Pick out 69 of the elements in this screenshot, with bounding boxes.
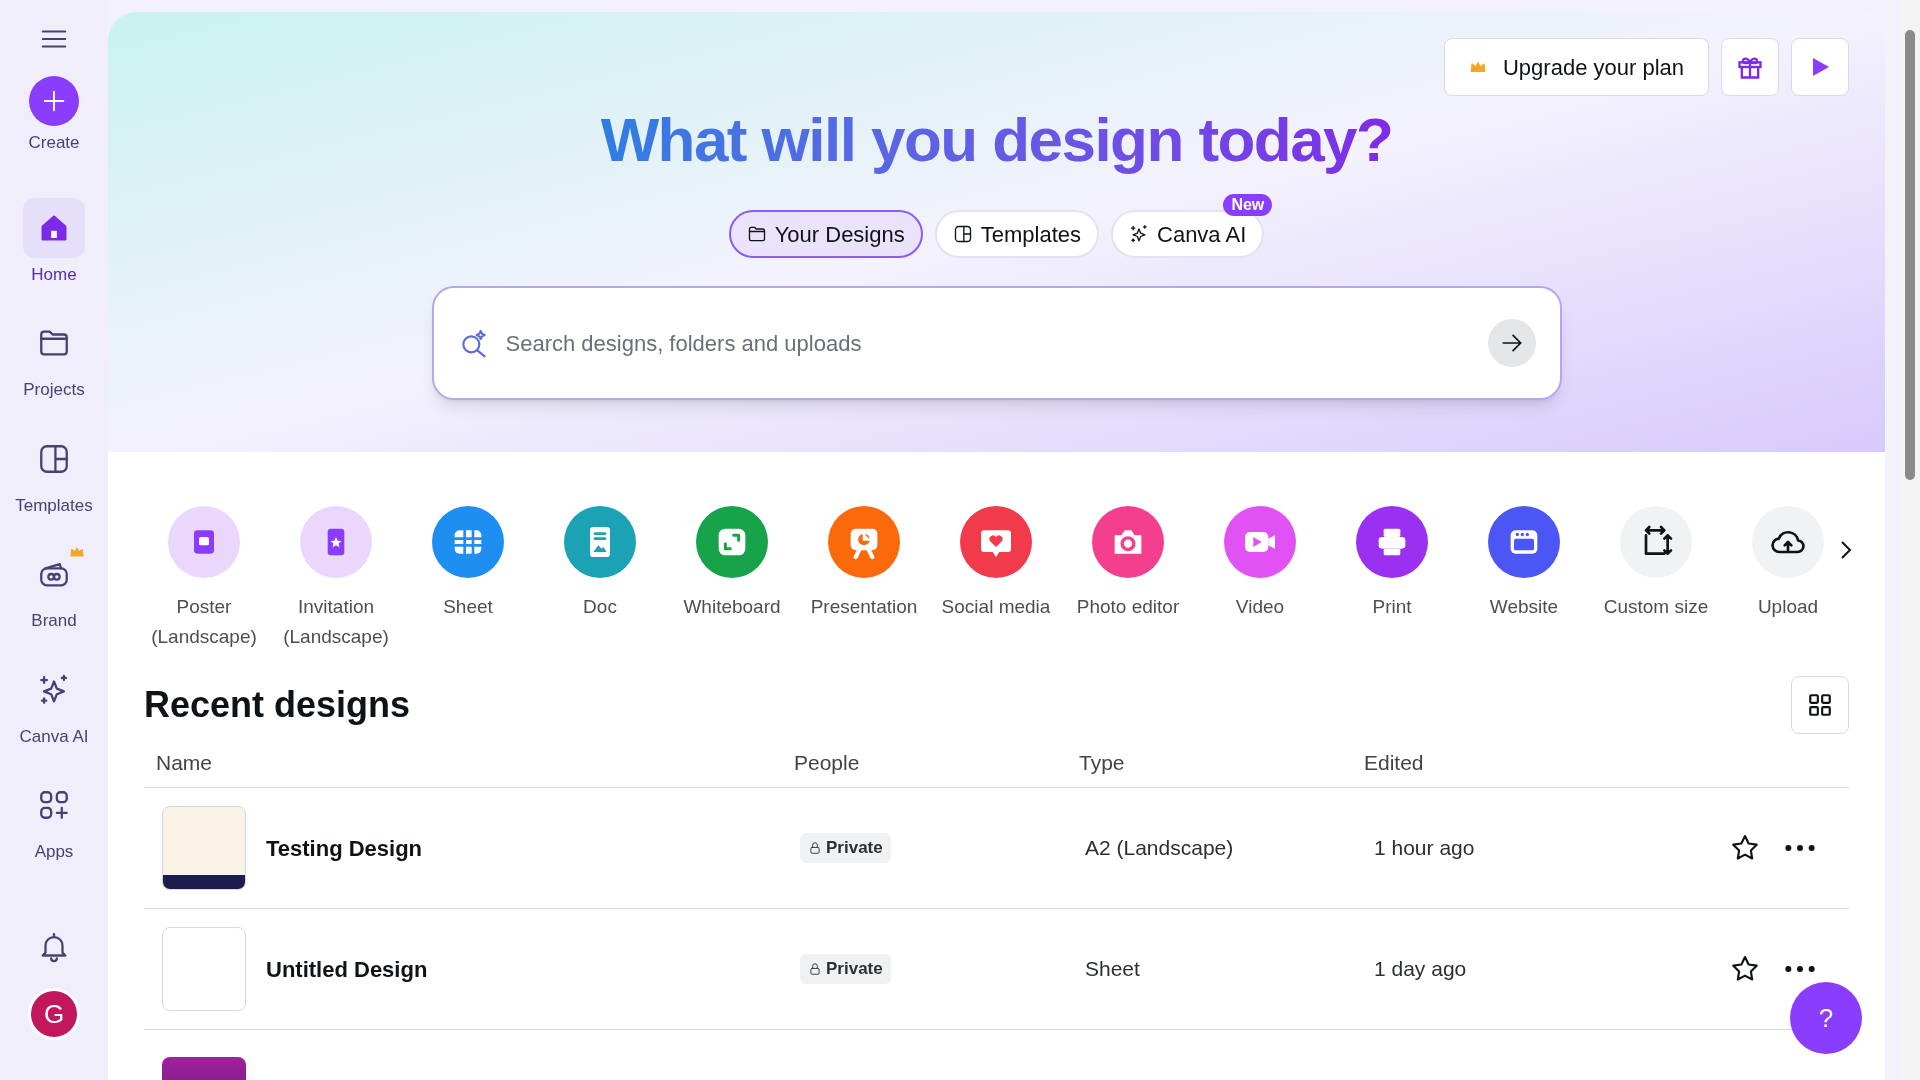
grid-view-button[interactable]: [1791, 676, 1849, 734]
design-type-label: Presentation: [810, 595, 918, 619]
design-type-item[interactable]: Photo editor: [1062, 506, 1194, 652]
sidebar-item[interactable]: Canva AI: [19, 659, 89, 749]
design-type-label: Social media: [941, 595, 1051, 619]
folder-icon: [746, 224, 767, 244]
design-type-item[interactable]: Sheet: [402, 506, 534, 652]
more-icon: [1785, 844, 1815, 852]
sidebar-item[interactable]: Templates: [15, 428, 93, 518]
design-type: A2 (Landscape): [1085, 836, 1234, 860]
design-name[interactable]: Untitled Design: [266, 952, 428, 986]
apps-icon: [37, 788, 71, 822]
more-options-button[interactable]: [1785, 844, 1815, 852]
avatar[interactable]: G: [28, 988, 80, 1040]
design-type-label: Invitation (Landscape): [283, 595, 389, 649]
design-type-item[interactable]: Invitation (Landscape): [270, 506, 402, 652]
design-type-label: Print: [1372, 595, 1412, 619]
scrollbar[interactable]: [1900, 0, 1920, 1080]
privacy-badge: Private: [800, 954, 891, 984]
section-heading: Recent designs: [144, 683, 411, 727]
tab[interactable]: Your Designs: [728, 210, 923, 258]
design-type-label: Whiteboard: [683, 595, 781, 619]
design-type-label: Upload: [1757, 595, 1819, 619]
present-button[interactable]: [1791, 38, 1849, 96]
sidebar-item[interactable]: Apps: [23, 775, 85, 865]
lock-icon: [808, 841, 822, 855]
tab[interactable]: Canva AI: [1111, 210, 1265, 258]
column-header: People: [794, 749, 861, 776]
more-icon: [1785, 965, 1815, 973]
design-type-item[interactable]: Doc: [534, 506, 666, 652]
design-type-item[interactable]: Whiteboard: [666, 506, 798, 652]
design-name[interactable]: Testing Design: [266, 831, 423, 865]
design-type-label: Doc: [583, 595, 617, 619]
sparkles-icon: [1129, 224, 1149, 244]
edited-time: 1 day ago: [1374, 957, 1467, 981]
new-badge: New: [1223, 194, 1273, 216]
design-type-item[interactable]: Website: [1458, 506, 1590, 652]
gift-button[interactable]: [1721, 38, 1779, 96]
column-header: Edited: [1364, 749, 1425, 776]
sidebar-item[interactable]: Brand: [23, 544, 85, 634]
design-type-item[interactable]: Poster (Landscape): [138, 506, 270, 652]
design-type-item[interactable]: Video: [1194, 506, 1326, 652]
design-thumbnail[interactable]: [162, 927, 246, 1011]
more-options-button[interactable]: [1785, 965, 1815, 973]
design-type-label: Photo editor: [1076, 595, 1180, 619]
sidebar-item[interactable]: Projects: [23, 313, 85, 403]
tab[interactable]: Templates: [934, 210, 1099, 258]
design-type-label: Website: [1489, 595, 1559, 619]
layout-icon: [952, 224, 973, 244]
upgrade-button[interactable]: Upgrade your plan: [1444, 38, 1709, 96]
design-type-item[interactable]: Upload: [1722, 506, 1854, 652]
design-type-label: Poster (Landscape): [151, 595, 257, 649]
search-submit-button[interactable]: [1487, 319, 1536, 367]
design-thumbnail[interactable]: [162, 806, 246, 890]
design-type: Sheet: [1085, 957, 1140, 981]
design-type-item[interactable]: Custom size: [1590, 506, 1722, 652]
design-type-item[interactable]: Print: [1326, 506, 1458, 652]
design-type-label: Sheet: [443, 595, 493, 619]
lock-icon: [808, 962, 822, 976]
design-type-item[interactable]: Presentation: [798, 506, 930, 652]
search-input[interactable]: Search designs, folders and uploads: [505, 326, 1472, 360]
design-type-label: Custom size: [1603, 595, 1709, 619]
grid-icon: [1807, 692, 1833, 718]
column-header: Type: [1079, 749, 1126, 776]
edited-time: 1 hour ago: [1374, 836, 1475, 860]
design-type-label: Video: [1235, 595, 1285, 619]
privacy-badge: Private: [800, 833, 891, 863]
design-type-item[interactable]: Social media: [930, 506, 1062, 652]
column-header: Name: [155, 749, 214, 776]
